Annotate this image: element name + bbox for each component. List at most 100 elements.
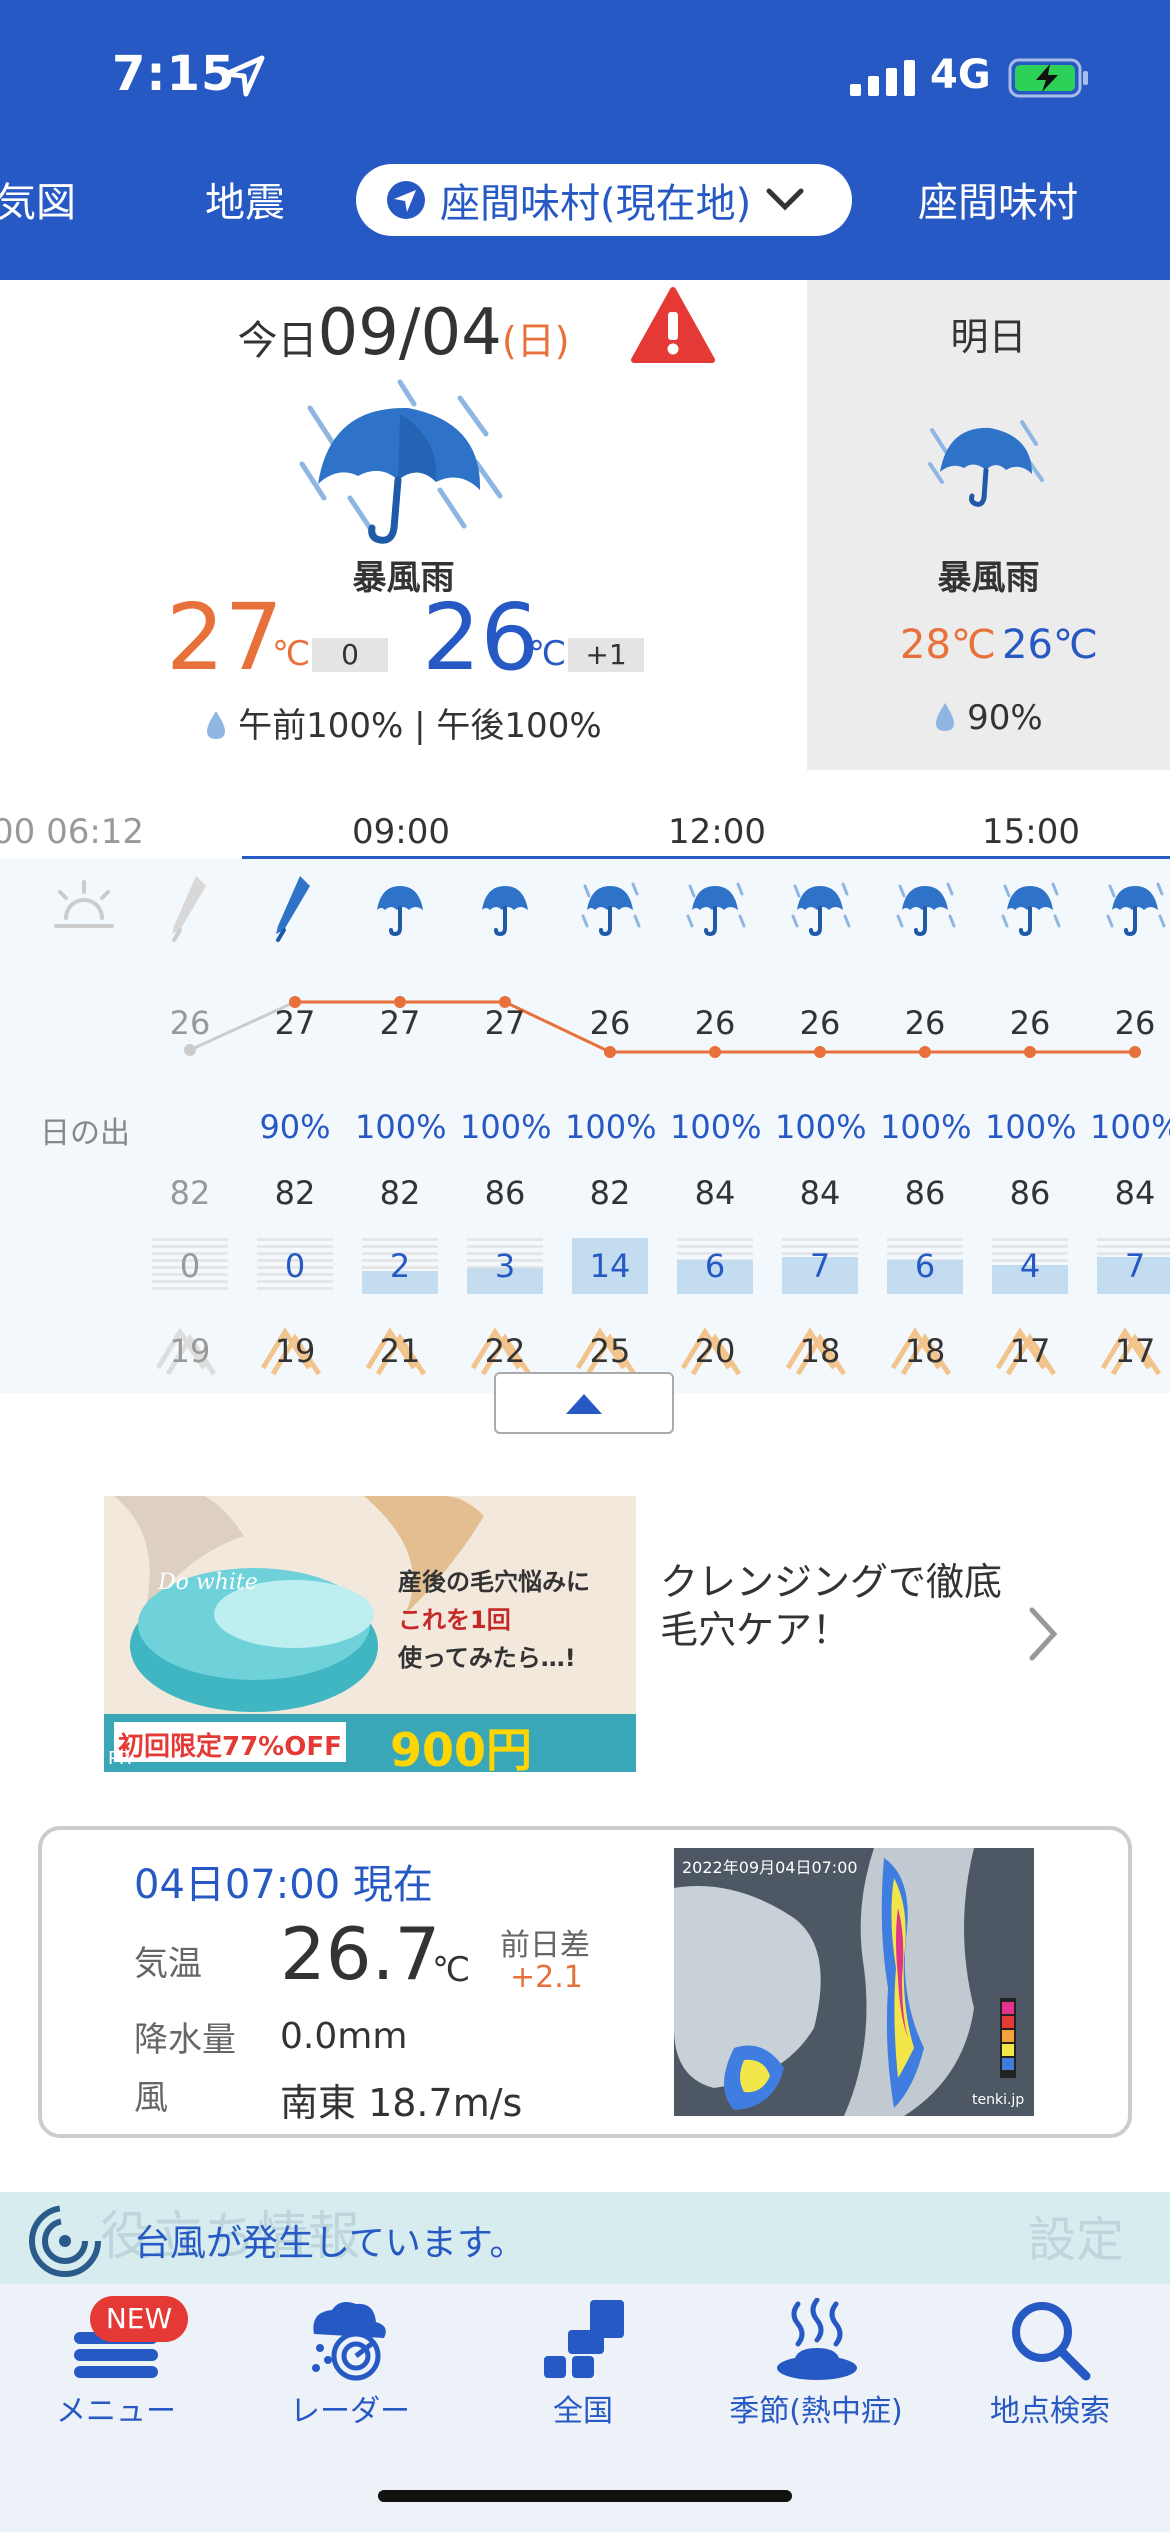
hourly-precip-amount: 2 [362,1238,438,1294]
ad-price: 900円 [390,1723,533,1777]
hourly-precip-prob: 100% [460,1108,552,1146]
hourly-precip-prob: 90% [259,1108,331,1146]
search-icon[interactable] [1008,2298,1092,2382]
tab-location-search[interactable]: 地点検索 [940,2386,1160,2430]
umbrella-closed-icon [172,876,206,942]
hourly-precip-prob: 100% [775,1108,867,1146]
prev-day-label: 前日差 [500,1928,590,1963]
tab-seasonal[interactable]: 季節(熱中症) [706,2386,926,2430]
today-weekday: (日) [501,319,570,363]
radar-map[interactable]: 2022年09月04日07:00 tenki.jp [674,1848,1034,2116]
nationwide-icon[interactable] [540,2300,626,2382]
radar-image [674,1848,1034,2116]
hourly-wind: 21 [360,1318,440,1378]
ad-image[interactable]: Do white 産後の毛穴悩みに これを1回 使ってみたら…! 初回限定77%… [104,1496,636,1777]
hourly-wind-value: 17 [1114,1332,1156,1370]
temp-point [814,1046,826,1058]
collapse-button[interactable] [494,1372,674,1434]
location-arrow-icon [223,55,265,97]
precip-amount-value: 6 [704,1247,726,1285]
precip-label: 降水量 [134,2020,236,2060]
hourly-temp: 27 [274,1004,316,1042]
hourly-humidity: 84 [1114,1174,1156,1212]
hourly-temp: 26 [799,1004,841,1042]
hourly-wind: 17 [1095,1318,1170,1378]
temp-point [919,1046,931,1058]
ad-pr-label: PR [108,1748,132,1769]
ad-offer: 初回限定77%OFF [118,1732,342,1762]
location-pin-icon [387,181,425,219]
today-high-diff: 0 [312,638,388,672]
today-date-value: 09/04 [317,296,502,370]
umbrella-icon [474,876,536,942]
prev-day-diff: +2.1 [510,1960,583,1995]
hourly-precip-amount: 6 [677,1238,753,1294]
temp-point [184,1044,196,1056]
hourly-precip-amount: 3 [467,1238,543,1294]
ad-headline-3: 使ってみたら…! [398,1644,576,1672]
chevron-up-icon [566,1394,602,1414]
hourly-wind: 18 [885,1318,965,1378]
hourly-wind-value: 19 [169,1332,211,1370]
ad-text[interactable]: クレンジングで徹底毛穴ケア！ [660,1558,1030,1654]
hourly-temp: 26 [1114,1004,1156,1042]
hourly-temp: 26 [1009,1004,1051,1042]
storm-umbrella-icon [928,420,1044,507]
today-weather: 暴風雨 [352,558,455,598]
hourly-wind: 22 [465,1318,545,1378]
hourly-humidity: 84 [694,1174,736,1212]
hourly-wind-value: 25 [589,1332,631,1370]
hourly-humidity: 82 [589,1174,631,1212]
hourly-wind-value: 18 [904,1332,946,1370]
hot-spring-icon[interactable] [774,2298,860,2382]
chevron-down-icon [766,188,804,211]
home-indicator [378,2490,792,2502]
umbrella-closed-icon [276,876,310,942]
tab-current-location[interactable]: 座間味村(現在地) [356,164,852,236]
hourly-wind-value: 21 [379,1332,421,1370]
warning-icon[interactable] [630,286,716,364]
ad-brand: Do white [158,1570,258,1595]
tab-menu[interactable]: メニュー [6,2386,226,2430]
hourly-humidity: 86 [904,1174,946,1212]
umbrella-rain-icon [1104,876,1166,942]
hourly-precip-amount: 7 [1097,1238,1170,1294]
hourly-humidity: 86 [484,1174,526,1212]
hourly-wind-value: 18 [799,1332,841,1370]
umbrella-rain-icon [999,876,1061,942]
temp-point [604,1046,616,1058]
umbrella-icon [369,876,431,942]
tab-zamami[interactable]: 座間味村 [918,170,1078,228]
today-rain-text: 午前100% | 午後100% [238,706,602,746]
today-low-unit: ℃ [528,634,567,674]
app-header [0,0,1170,280]
chevron-right-icon[interactable] [1026,1604,1060,1664]
tab-radar[interactable]: レーダー [240,2386,460,2430]
hourly-header-1200: 12:00 [668,812,766,852]
tomorrow-rain-text: 90% [967,698,1043,738]
hourly-precip-prob: 100% [670,1108,762,1146]
tab-weather-map[interactable]: 気図 [0,170,76,228]
precip-amount-value: 4 [1019,1247,1041,1285]
precip-amount-value: 2 [389,1247,411,1285]
hourly-temp: 26 [904,1004,946,1042]
hourly-precip-amount: 4 [992,1238,1068,1294]
radar-timestamp: 2022年09月04日07:00 [682,1858,858,1877]
hourly-wind: 25 [570,1318,650,1378]
precip-amount-value: 0 [284,1247,306,1285]
new-badge: NEW [90,2296,188,2342]
hourly-temp: 27 [484,1004,526,1042]
umbrella-rain-icon [789,876,851,942]
tab-nationwide[interactable]: 全国 [473,2386,693,2430]
tomorrow-low-temp: 26℃ [1002,622,1098,668]
storm-umbrella-icon [299,379,503,544]
hourly-humidity: 82 [169,1174,211,1212]
hourly-humidity: 86 [1009,1174,1051,1212]
radar-icon[interactable] [304,2298,392,2382]
tomorrow-high-temp: 28℃ [900,622,996,668]
hourly-humidity: 84 [799,1174,841,1212]
tab-earthquake[interactable]: 地震 [205,170,285,228]
hourly-precip-amount: 7 [782,1238,858,1294]
tomorrow-weather: 暴風雨 [937,558,1040,598]
battery-charging-icon [1008,58,1088,98]
